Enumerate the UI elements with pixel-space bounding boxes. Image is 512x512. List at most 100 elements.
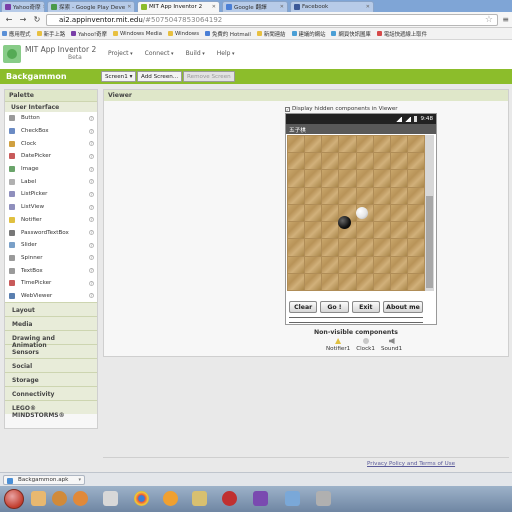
palette-item-webviewer[interactable]: WebViewer? bbox=[5, 290, 97, 303]
taskbar-app-icon[interactable] bbox=[285, 491, 300, 506]
tab-facebook[interactable]: Facebook ✕ bbox=[290, 1, 374, 12]
board-cell[interactable] bbox=[373, 256, 390, 273]
help-icon[interactable]: ? bbox=[89, 242, 94, 248]
board-cell[interactable] bbox=[356, 222, 373, 239]
media-player-icon[interactable] bbox=[103, 491, 118, 506]
board-cell[interactable] bbox=[407, 239, 424, 256]
board-cell[interactable] bbox=[407, 136, 424, 153]
board-cell[interactable] bbox=[373, 170, 390, 187]
board-cell[interactable] bbox=[390, 170, 407, 187]
board-cell[interactable] bbox=[288, 222, 305, 239]
palette-category[interactable]: Drawing and Animation bbox=[5, 330, 97, 349]
url-field[interactable]: ai2.appinventor.mit.edu/#507504785306419… bbox=[46, 14, 498, 26]
board-cell[interactable] bbox=[373, 136, 390, 153]
board-cell[interactable] bbox=[373, 187, 390, 204]
board-cell[interactable] bbox=[390, 204, 407, 222]
help-icon[interactable]: ? bbox=[89, 204, 94, 210]
bookmark-item[interactable]: 網頁快訊圖庫 bbox=[331, 30, 371, 38]
help-icon[interactable]: ? bbox=[89, 179, 94, 185]
taskbar-app-icon[interactable] bbox=[253, 491, 268, 506]
taskbar-app-icon[interactable] bbox=[163, 491, 178, 506]
taskbar-app-icon[interactable] bbox=[73, 491, 88, 506]
palette-item-datepicker[interactable]: DatePicker? bbox=[5, 150, 97, 163]
taskbar-app-icon[interactable] bbox=[316, 491, 331, 506]
start-button-icon[interactable] bbox=[4, 489, 24, 509]
board-cell[interactable] bbox=[390, 153, 407, 170]
taskbar-app-icon[interactable] bbox=[31, 491, 46, 506]
palette-category[interactable]: LEGO® MINDSTORMS® bbox=[5, 400, 97, 419]
palette-category[interactable]: Social bbox=[5, 358, 97, 373]
help-icon[interactable]: ? bbox=[89, 141, 94, 147]
tab-google-translate[interactable]: Google 翻譯 ✕ bbox=[222, 1, 288, 12]
board-cell[interactable] bbox=[288, 273, 305, 290]
board-cell[interactable] bbox=[407, 170, 424, 187]
tab-app-inventor[interactable]: MIT App Inventor 2 ✕ bbox=[137, 1, 220, 12]
board-cell[interactable] bbox=[373, 273, 390, 290]
board-cell[interactable] bbox=[407, 256, 424, 273]
close-icon[interactable]: ✕ bbox=[278, 4, 284, 10]
board-cell[interactable] bbox=[390, 187, 407, 204]
menu-help[interactable]: Help bbox=[217, 50, 235, 57]
close-icon[interactable]: ✕ bbox=[364, 4, 370, 10]
board-cell[interactable] bbox=[373, 204, 390, 222]
board-cell[interactable] bbox=[407, 204, 424, 222]
board-cell[interactable] bbox=[322, 204, 339, 222]
palette-item-label[interactable]: Label? bbox=[5, 175, 97, 188]
screen-dropdown[interactable]: Screen1 ▾ bbox=[101, 71, 137, 82]
board-cell[interactable] bbox=[373, 153, 390, 170]
board-cell[interactable] bbox=[339, 170, 356, 187]
nonvisible-clock[interactable]: Clock1 bbox=[356, 338, 375, 352]
taskbar-app-icon[interactable] bbox=[52, 491, 67, 506]
clear-button[interactable]: Clear bbox=[289, 301, 318, 313]
board-cell[interactable] bbox=[305, 204, 322, 222]
board-cell[interactable] bbox=[305, 136, 322, 153]
board-cell[interactable] bbox=[339, 273, 356, 290]
bookmark-item[interactable]: 建議的網站 bbox=[291, 30, 325, 38]
board-cell[interactable] bbox=[305, 256, 322, 273]
board-cell[interactable] bbox=[288, 256, 305, 273]
chrome-icon[interactable] bbox=[134, 491, 149, 506]
palette-item-button[interactable]: Button? bbox=[5, 112, 97, 125]
go-button[interactable]: Go ! bbox=[320, 301, 349, 313]
board-cell[interactable] bbox=[322, 153, 339, 170]
bookmark-item[interactable]: 應用程式 bbox=[2, 30, 31, 38]
nonvisible-sound[interactable]: Sound1 bbox=[381, 338, 402, 352]
help-icon[interactable]: ? bbox=[89, 293, 94, 299]
board-cell[interactable] bbox=[305, 222, 322, 239]
board-cell[interactable] bbox=[407, 187, 424, 204]
palette-item-listview[interactable]: ListView? bbox=[5, 201, 97, 214]
board-cell[interactable] bbox=[339, 187, 356, 204]
board-cell[interactable] bbox=[390, 136, 407, 153]
board-cell[interactable] bbox=[356, 256, 373, 273]
help-icon[interactable]: ? bbox=[89, 153, 94, 159]
help-icon[interactable]: ? bbox=[89, 166, 94, 172]
bookmark-item[interactable]: 電話快遞線上取件 bbox=[376, 30, 427, 38]
bookmark-item[interactable]: Windows bbox=[167, 31, 199, 37]
wrench-icon[interactable]: ≡ bbox=[502, 15, 509, 24]
palette-item-clock[interactable]: Clock? bbox=[5, 137, 97, 150]
board-cell[interactable] bbox=[322, 239, 339, 256]
display-hidden-checkbox[interactable]: ✓ Display hidden components in Viewer bbox=[285, 106, 398, 112]
download-item[interactable]: Backgammon.apk ▾ bbox=[3, 475, 85, 485]
phone-scrollbar[interactable] bbox=[425, 135, 434, 291]
board-cell[interactable] bbox=[288, 187, 305, 204]
board-cell[interactable] bbox=[407, 222, 424, 239]
board-cell[interactable] bbox=[339, 153, 356, 170]
nonvisible-notifier[interactable]: Notifier1 bbox=[326, 338, 350, 352]
help-icon[interactable]: ? bbox=[89, 217, 94, 223]
board-cell[interactable] bbox=[305, 153, 322, 170]
board-cell[interactable] bbox=[339, 256, 356, 273]
bookmark-item[interactable]: Windows Media bbox=[112, 31, 162, 37]
bookmark-star-icon[interactable]: ☆ bbox=[485, 15, 493, 25]
board-cell[interactable] bbox=[339, 136, 356, 153]
palette-item-checkbox[interactable]: CheckBox? bbox=[5, 125, 97, 138]
board-cell[interactable] bbox=[288, 136, 305, 153]
board-cell[interactable] bbox=[305, 170, 322, 187]
board-cell[interactable] bbox=[322, 136, 339, 153]
board-cell[interactable] bbox=[305, 239, 322, 256]
board-cell[interactable] bbox=[356, 187, 373, 204]
board-cell[interactable] bbox=[390, 222, 407, 239]
bookmark-item[interactable]: 免費的 Hotmail bbox=[205, 30, 251, 38]
palette-item-spinner[interactable]: Spinner? bbox=[5, 252, 97, 265]
board-cell[interactable] bbox=[322, 222, 339, 239]
